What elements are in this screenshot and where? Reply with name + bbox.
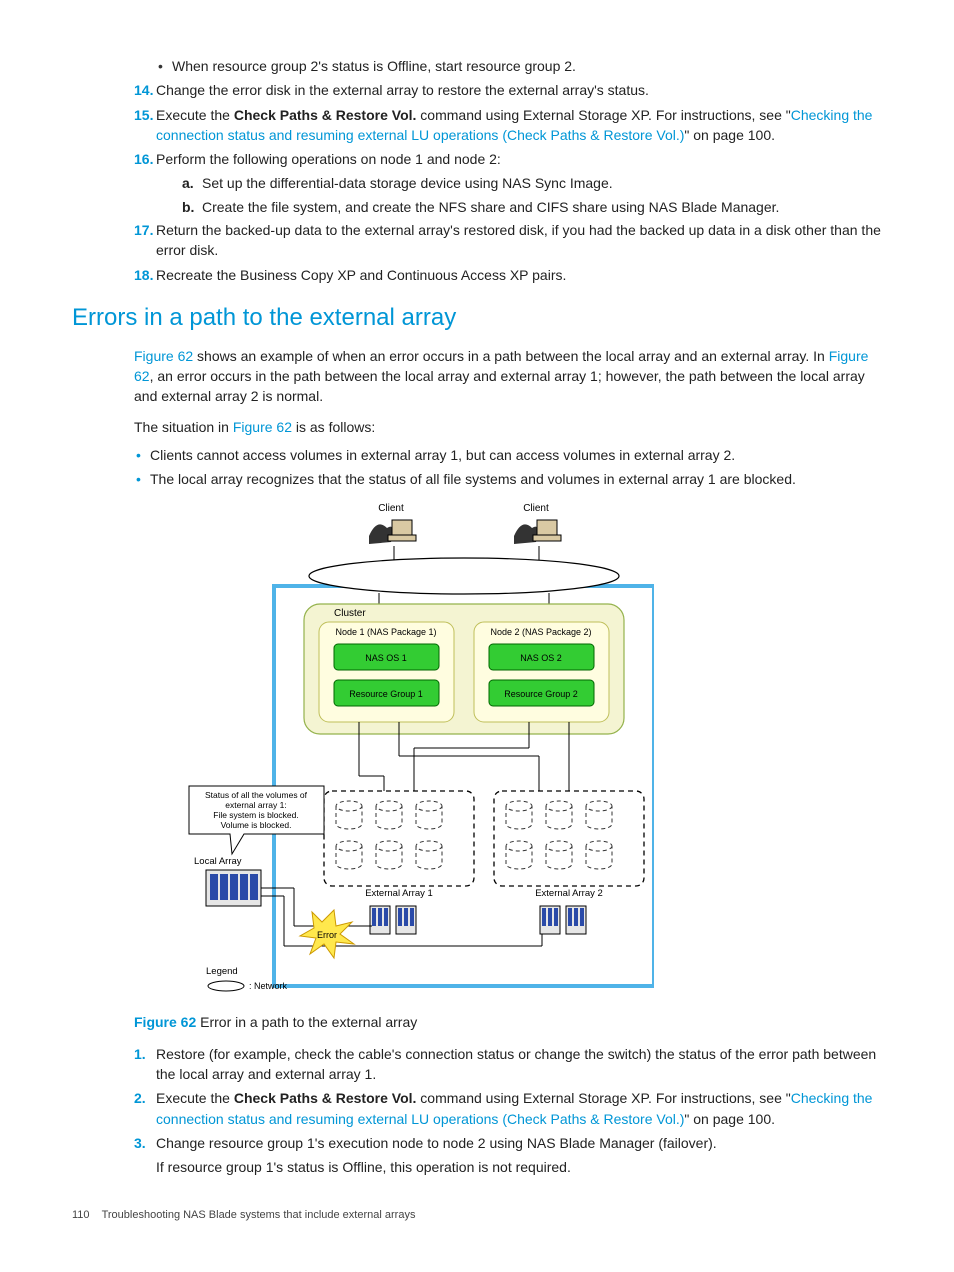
step-number: 18. (134, 265, 153, 285)
svg-text:External Array 2: External Array 2 (535, 888, 603, 899)
step-number: 14. (134, 80, 153, 100)
step-text: Return the backed-up data to the externa… (156, 222, 881, 258)
bullet-item: The local array recognizes that the stat… (150, 469, 882, 489)
step-text: Change the error disk in the external ar… (156, 82, 649, 98)
step-text: Change resource group 1's execution node… (156, 1135, 717, 1151)
svg-text:Volume is blocked.: Volume is blocked. (221, 820, 292, 830)
figure-62-diagram: Client Client Cluster Node 1 (NAS Packag… (134, 496, 882, 1006)
step-17: 17. Return the backed-up data to the ext… (134, 220, 882, 261)
bullet-item: Clients cannot access volumes in externa… (150, 445, 882, 465)
svg-text:NAS OS 1: NAS OS 1 (365, 653, 407, 663)
step-3-note: If resource group 1's status is Offline,… (134, 1157, 882, 1177)
svg-text:File system is blocked.: File system is blocked. (213, 810, 299, 820)
substep-letter: a. (182, 173, 194, 193)
svg-text:Error: Error (317, 930, 337, 940)
intro-paragraph: Figure 62 shows an example of when an er… (134, 346, 882, 407)
step-number: 16. (134, 149, 153, 169)
step-number: 17. (134, 220, 153, 240)
text: , an error occurs in the path between th… (134, 368, 865, 404)
substep-a: a. Set up the differential-data storage … (182, 173, 882, 193)
status-callout: Status of all the volumes of external ar… (189, 786, 324, 854)
step-number: 2. (134, 1088, 146, 1108)
intro-paragraph-2: The situation in Figure 62 is as follows… (134, 417, 882, 437)
figure-ref-link[interactable]: Figure 62 (233, 419, 292, 435)
client-2-icon: Client (514, 503, 561, 560)
svg-text:Resource Group 2: Resource Group 2 (504, 689, 578, 699)
text: The situation in (134, 419, 233, 435)
step-text: Execute the (156, 1090, 234, 1106)
step-text: " on page 100. (684, 127, 775, 143)
step-14: 14. Change the error disk in the externa… (134, 80, 882, 100)
list-sub-bullet: When resource group 2's status is Offlin… (172, 56, 882, 76)
svg-text:Client: Client (378, 503, 404, 514)
svg-text:Status of all the volumes of: Status of all the volumes of (205, 790, 308, 800)
svg-text:Client: Client (523, 503, 549, 514)
svg-text:Node 2 (NAS Package 2): Node 2 (NAS Package 2) (490, 627, 591, 637)
figure-caption: Figure 62 Error in a path to the externa… (134, 1012, 882, 1032)
svg-text:External Array 1: External Array 1 (365, 888, 433, 899)
error-starburst-icon: Error (300, 910, 354, 958)
substep-text: Create the file system, and create the N… (202, 199, 779, 215)
figure-ref-link[interactable]: Figure 62 (134, 348, 193, 364)
step-text: Restore (for example, check the cable's … (156, 1046, 876, 1082)
substep-b: b. Create the file system, and create th… (182, 197, 882, 217)
step-text: Perform the following operations on node… (156, 151, 501, 167)
local-array-icon (206, 870, 261, 906)
svg-text:Legend: Legend (206, 966, 238, 977)
step-18: 18. Recreate the Business Copy XP and Co… (134, 265, 882, 285)
svg-text:Node 1 (NAS Package 1): Node 1 (NAS Package 1) (335, 627, 436, 637)
step-text: Recreate the Business Copy XP and Contin… (156, 267, 566, 283)
ext-array-1-icon (370, 906, 416, 934)
step-text: command using External Storage XP. For i… (416, 1090, 790, 1106)
substep-letter: b. (182, 197, 194, 217)
step-text: If resource group 1's status is Offline,… (156, 1159, 571, 1175)
step-text: " on page 100. (684, 1111, 775, 1127)
ext-array-2-icon (540, 906, 586, 934)
step-number: 1. (134, 1044, 146, 1064)
step-15: 15. Execute the Check Paths & Restore Vo… (134, 105, 882, 146)
svg-text:external array 1:: external array 1: (225, 800, 286, 810)
figure-label: Figure 62 (134, 1014, 196, 1030)
svg-text:Cluster: Cluster (334, 608, 366, 619)
svg-text:Resource Group 1: Resource Group 1 (349, 689, 423, 699)
figure-caption-text: Error in a path to the external array (196, 1014, 417, 1030)
client-1-icon: Client (369, 503, 416, 560)
substep-text: Set up the differential-data storage dev… (202, 175, 613, 191)
step-16: 16. Perform the following operations on … (134, 149, 882, 169)
command-name: Check Paths & Restore Vol. (234, 107, 417, 123)
command-name: Check Paths & Restore Vol. (234, 1090, 417, 1106)
step-text: Execute the (156, 107, 234, 123)
step-3: 3. Change resource group 1's execution n… (134, 1133, 882, 1153)
page-footer: 110 Troubleshooting NAS Blade systems th… (72, 1208, 882, 1224)
text: is as follows: (292, 419, 375, 435)
step-text: command using External Storage XP. For i… (416, 107, 790, 123)
step-2: 2. Execute the Check Paths & Restore Vol… (134, 1088, 882, 1129)
step-number: 3. (134, 1133, 146, 1153)
text: shows an example of when an error occurs… (193, 348, 829, 364)
step-number: 15. (134, 105, 153, 125)
page-number: 110 (72, 1209, 90, 1221)
section-heading: Errors in a path to the external array (72, 301, 882, 336)
footer-title: Troubleshooting NAS Blade systems that i… (102, 1209, 416, 1221)
step-1: 1. Restore (for example, check the cable… (134, 1044, 882, 1085)
svg-text:: Network: : Network (249, 981, 288, 991)
svg-text:NAS OS 2: NAS OS 2 (520, 653, 562, 663)
svg-text:Local Array: Local Array (194, 856, 242, 867)
